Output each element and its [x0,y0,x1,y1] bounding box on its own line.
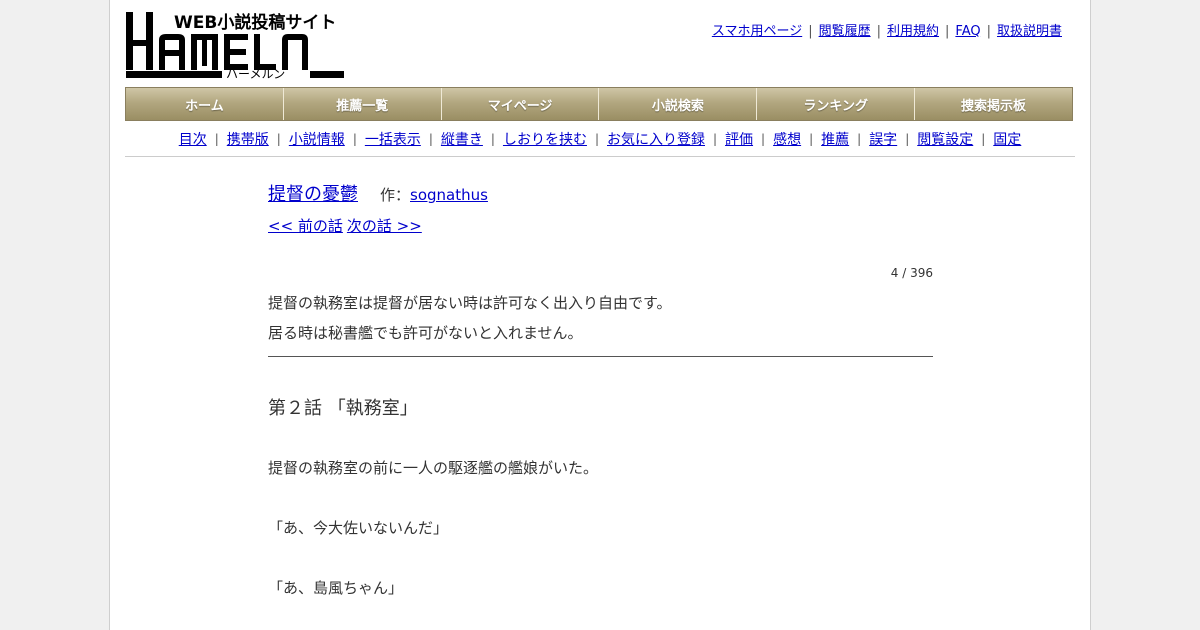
subnav-view-settings[interactable]: 閲覧設定 [917,129,973,149]
novel-header: 提督の憂鬱 作： sognathus [268,180,933,214]
episode-body: 提督の執務室の前に一人の駆逐艦の艦娘がいた。 「あ、今大佐いないんだ」 「あ、島… [268,453,933,603]
separator: | [352,132,357,146]
hameln-logo-icon: WEB小説投稿サイト ハーメルン [126,12,344,80]
separator: | [490,132,495,146]
nav-search-board[interactable]: 捜索掲示板 [915,88,1072,120]
nav-ranking[interactable]: ランキング [757,88,916,120]
chapter-title: 第２話 「執務室」 [268,398,418,419]
subnav-fixed[interactable]: 固定 [993,129,1021,149]
separator: | [276,132,281,146]
page-container: WEB小説投稿サイト ハーメルン スマホ用ページ | 閲覧履歴 | 利用規約 | FAQ | 取… [109,0,1091,630]
subnav-vertical[interactable]: 縦書き [441,129,483,149]
body-line: 「あ、島風ちゃん」 [268,579,404,597]
nav-recommendations[interactable]: 推薦一覧 [283,88,442,120]
separator: | [857,132,862,146]
separator: | [905,132,910,146]
novel-content: 提督の憂鬱 作： sognathus << 前の話 次の話 >> 4 / 396 提… [268,180,933,630]
nav-mypage[interactable]: マイページ [441,88,600,120]
novel-sub-nav: 目次 | 携帯版 | 小説情報 | 一括表示 | 縦書き | しおりを挟む | お気に入り登… [125,122,1075,157]
separator: | [981,132,986,146]
top-link-smartphone[interactable]: スマホ用ページ [712,24,802,39]
separator: | [594,132,599,146]
subnav-toc[interactable]: 目次 [179,129,207,149]
subnav-review[interactable]: 感想 [773,129,801,149]
main-nav: ホーム 推薦一覧 マイページ 小説検索 ランキング 捜索掲示板 [125,87,1073,121]
preface-line: 提督の執務室は提督が居ない時は許可なく出入り自由です。 [268,294,672,312]
top-links: スマホ用ページ | 閲覧履歴 | 利用規約 | FAQ | 取扱説明書 [712,24,1062,40]
subnav-novel-info[interactable]: 小説情報 [289,129,345,149]
separator: | [761,132,766,146]
separator: | [428,132,433,146]
next-episode-link[interactable]: 次の話 >> [347,217,422,235]
site-logo[interactable]: WEB小説投稿サイト ハーメルン [126,10,346,80]
subnav-mobile[interactable]: 携帯版 [227,129,269,149]
subnav-rating[interactable]: 評価 [725,129,753,149]
separator: | [713,132,718,146]
episode-nav: << 前の話 次の話 >> [268,214,933,238]
nav-novel-search[interactable]: 小説検索 [599,88,758,120]
separator: | [808,24,813,39]
subnav-recommend[interactable]: 推薦 [821,129,849,149]
separator: | [945,24,950,39]
body-line: 提督の執務室の前に一人の駆逐艦の艦娘がいた。 [268,459,599,477]
novel-title-link[interactable]: 提督の憂鬱 [268,180,358,206]
separator: | [876,24,881,39]
separator: | [986,24,991,39]
top-link-faq[interactable]: FAQ [955,24,980,39]
preface-line: 居る時は秘書艦でも許可がないと入れません。 [268,324,583,342]
subnav-typo[interactable]: 誤字 [869,129,897,149]
top-link-history[interactable]: 閲覧履歴 [819,24,871,39]
separator: | [214,132,219,146]
subnav-favorite[interactable]: お気に入り登録 [607,129,705,149]
top-link-terms[interactable]: 利用規約 [887,24,939,39]
prev-episode-link[interactable]: << 前の話 [268,217,343,235]
author-prefix: 作： [380,186,411,204]
top-link-manual[interactable]: 取扱説明書 [997,24,1062,39]
logo-tagline: WEB小説投稿サイト [174,12,336,33]
subnav-bookmark[interactable]: しおりを挟む [503,129,587,149]
author-link[interactable]: sognathus [410,186,488,204]
separator: | [809,132,814,146]
episode-counter: 4 / 396 [890,266,933,280]
logo-kana: ハーメルン [226,67,285,80]
episode-preface: 提督の執務室は提督が居ない時は許可なく出入り自由です。 居る時は秘書艦でも許可が… [268,288,933,357]
nav-home[interactable]: ホーム [126,88,284,120]
subnav-show-all[interactable]: 一括表示 [365,129,421,149]
body-line: 「あ、今大佐いないんだ」 [268,519,449,537]
